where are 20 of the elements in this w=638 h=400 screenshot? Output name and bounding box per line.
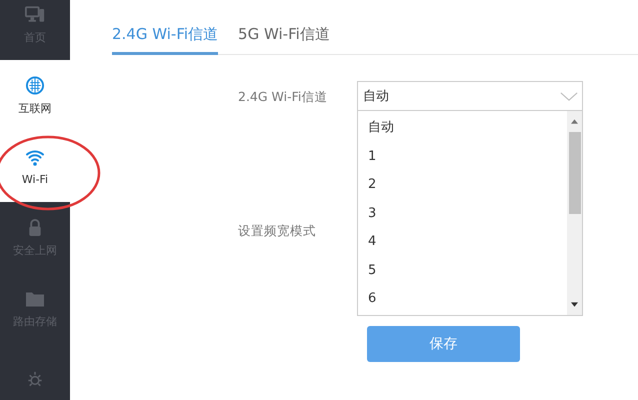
field-label: 2.4G Wi-Fi信道 — [238, 89, 328, 106]
dropdown-option[interactable]: 自动 — [368, 114, 567, 142]
monitor-icon — [25, 5, 45, 24]
chevron-down-icon — [560, 92, 578, 100]
dropdown-option[interactable]: 1 — [368, 142, 567, 171]
dropdown-option[interactable]: 5 — [368, 256, 567, 285]
globe-icon — [25, 76, 45, 94]
dropdown-option[interactable]: 2 — [368, 171, 567, 200]
sidebar-item[interactable]: Wi-Fi — [0, 131, 70, 202]
field-label: 设置频宽模式 — [238, 223, 317, 240]
dropdown-option[interactable]: 4 — [368, 228, 567, 256]
tab[interactable]: 5G Wi-Fi信道 — [238, 25, 330, 55]
channel-select[interactable]: 自动 — [357, 81, 583, 111]
dropdown-option[interactable]: 6 — [368, 285, 567, 314]
scroll-down-icon — [571, 302, 578, 307]
sidebar-item[interactable]: 互联网 — [0, 60, 70, 131]
dropdown-option[interactable]: 3 — [368, 200, 567, 228]
scrollbar[interactable] — [567, 111, 582, 315]
wifi-icon — [25, 148, 45, 166]
scroll-up-icon — [571, 119, 578, 124]
